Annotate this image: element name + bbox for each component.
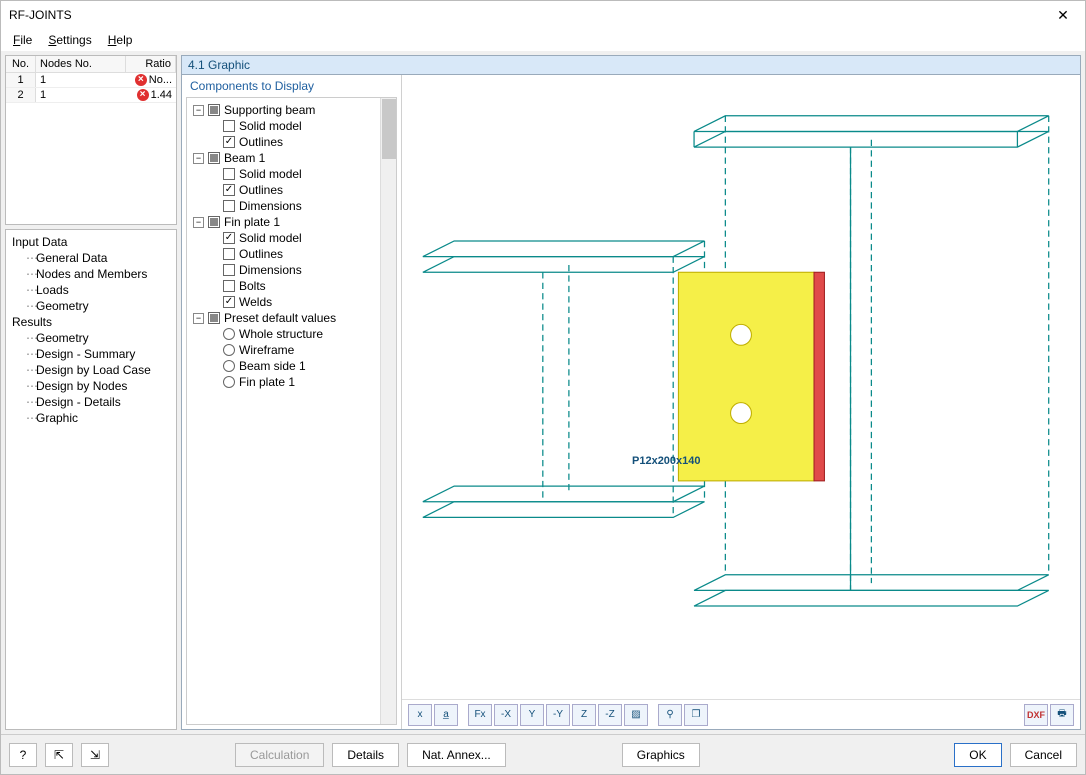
checkbox[interactable]	[223, 120, 235, 132]
calculation-button: Calculation	[235, 743, 324, 767]
error-icon	[137, 89, 149, 101]
collapse-icon[interactable]: −	[193, 217, 204, 228]
table-row[interactable]: 1 1 No...	[6, 73, 176, 88]
tool-view-my[interactable]: -Y	[546, 704, 570, 726]
tool-dxf-export[interactable]: DXF	[1024, 704, 1048, 726]
graphic-canvas[interactable]: P12x200x140	[402, 75, 1080, 699]
checkbox[interactable]	[223, 296, 235, 308]
nav-r-geometry[interactable]: ⋯Geometry	[12, 330, 170, 346]
tool-proj[interactable]: ▨	[624, 704, 648, 726]
col-no[interactable]: No.	[6, 56, 36, 72]
nav-nodes-members[interactable]: ⋯Nodes and Members	[12, 266, 170, 282]
export-button[interactable]: ⇲	[81, 743, 109, 767]
nav-design-details[interactable]: ⋯Design - Details	[12, 394, 170, 410]
tool-axis-x[interactable]: x	[408, 704, 432, 726]
collapse-icon[interactable]: −	[193, 105, 204, 116]
menu-bar: File Settings Help	[1, 29, 1085, 51]
checkbox[interactable]	[223, 264, 235, 276]
nav-graphic[interactable]: ⋯Graphic	[12, 410, 170, 426]
tool-view-z[interactable]: Z	[572, 704, 596, 726]
checkbox[interactable]	[223, 248, 235, 260]
table-row[interactable]: 2 1 1.44	[6, 88, 176, 103]
radio[interactable]	[223, 328, 235, 340]
nav-design-by-lc[interactable]: ⋯Design by Load Case	[12, 362, 170, 378]
nodes-grid[interactable]: No. Nodes No. Ratio 1 1 No... 2 1 1.44	[5, 55, 177, 225]
checkbox-tristate[interactable]	[208, 152, 220, 164]
nav-general-data[interactable]: ⋯General Data	[12, 250, 170, 266]
menu-help[interactable]: Help	[102, 31, 139, 49]
collapse-icon[interactable]: −	[193, 153, 204, 164]
fin-plate-label: P12x200x140	[632, 455, 701, 467]
checkbox-tristate[interactable]	[208, 216, 220, 228]
import-button[interactable]: ⇱	[45, 743, 73, 767]
nav-design-by-nodes[interactable]: ⋯Design by Nodes	[12, 378, 170, 394]
tool-iso[interactable]: Fx	[468, 704, 492, 726]
tool-annot[interactable]: a̲	[434, 704, 458, 726]
nav-geometry[interactable]: ⋯Geometry	[12, 298, 170, 314]
nav-design-summary[interactable]: ⋯Design - Summary	[12, 346, 170, 362]
checkbox[interactable]	[223, 232, 235, 244]
panel-title: 4.1 Graphic	[181, 55, 1081, 74]
ok-button[interactable]: OK	[954, 743, 1001, 767]
checkbox-tristate[interactable]	[208, 104, 220, 116]
graphics-button[interactable]: Graphics	[622, 743, 700, 767]
nav-results[interactable]: Results	[12, 314, 170, 330]
tool-view-mx[interactable]: -X	[494, 704, 518, 726]
radio[interactable]	[223, 360, 235, 372]
menu-settings[interactable]: Settings	[42, 31, 97, 49]
help-button[interactable]: ?	[9, 743, 37, 767]
checkbox[interactable]	[223, 184, 235, 196]
collapse-icon[interactable]: −	[193, 313, 204, 324]
tool-print[interactable]: 🖶	[1050, 704, 1074, 726]
checkbox[interactable]	[223, 136, 235, 148]
radio[interactable]	[223, 376, 235, 388]
footer-bar: ? ⇱ ⇲ Calculation Details Nat. Annex... …	[1, 734, 1085, 774]
close-button[interactable]: ✕	[1043, 3, 1083, 27]
navigation-tree[interactable]: Input Data ⋯General Data ⋯Nodes and Memb…	[5, 229, 177, 730]
col-nodes[interactable]: Nodes No.	[36, 56, 126, 72]
nav-input-data[interactable]: Input Data	[12, 234, 170, 250]
tool-zoom[interactable]: ⚲	[658, 704, 682, 726]
checkbox-tristate[interactable]	[208, 312, 220, 324]
nat-annex-button[interactable]: Nat. Annex...	[407, 743, 506, 767]
nav-loads[interactable]: ⋯Loads	[12, 282, 170, 298]
checkbox[interactable]	[223, 168, 235, 180]
col-ratio[interactable]: Ratio	[126, 56, 176, 72]
menu-file[interactable]: File	[7, 31, 38, 49]
error-icon	[135, 74, 147, 86]
joint-drawing	[402, 75, 1080, 699]
tool-view-y[interactable]: Y	[520, 704, 544, 726]
tool-layers[interactable]: ❐	[684, 704, 708, 726]
view-toolbar: x a̲ Fx -X Y -Y Z -Z ▨ ⚲ ❐	[402, 699, 1080, 729]
scrollbar[interactable]	[380, 98, 396, 724]
cancel-button[interactable]: Cancel	[1010, 743, 1077, 767]
checkbox[interactable]	[223, 200, 235, 212]
checkbox[interactable]	[223, 280, 235, 292]
details-button[interactable]: Details	[332, 743, 399, 767]
components-title: Components to Display	[182, 75, 401, 97]
radio[interactable]	[223, 344, 235, 356]
window-title: RF-JOINTS	[9, 8, 72, 22]
tool-view-mz[interactable]: -Z	[598, 704, 622, 726]
components-tree[interactable]: −Supporting beam Solid model Outlines −B…	[187, 98, 380, 724]
